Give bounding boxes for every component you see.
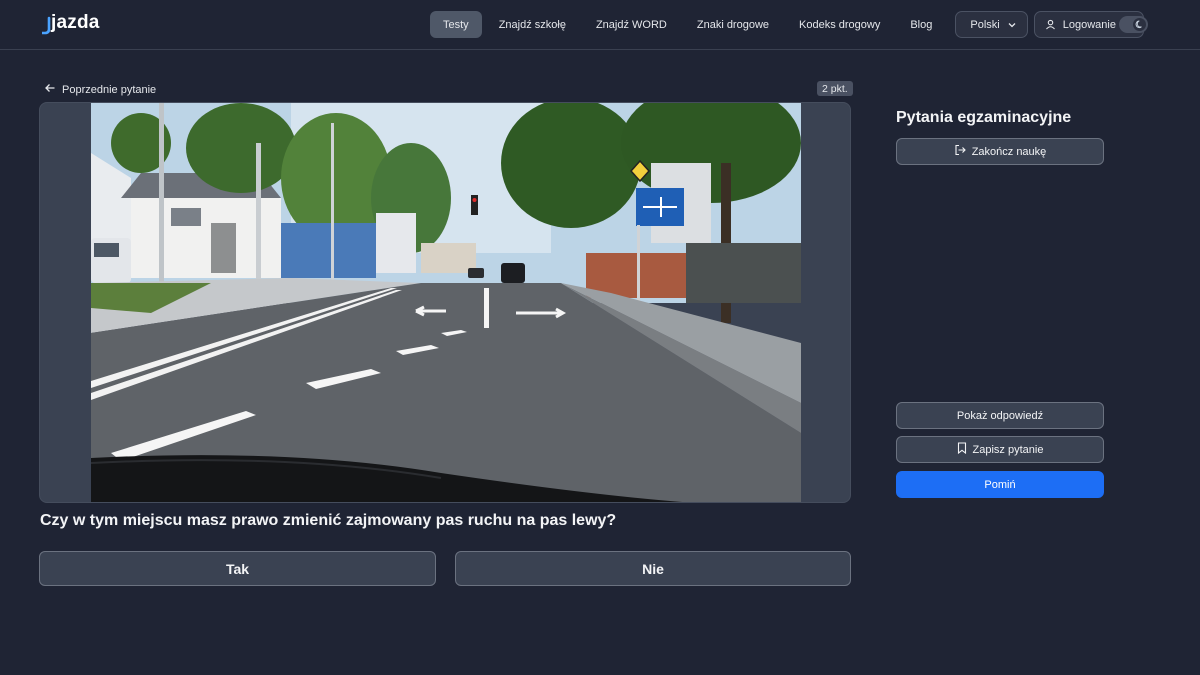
logo-text: jazda: [51, 12, 100, 33]
previous-question-label: Poprzednie pytanie: [62, 83, 157, 96]
sidebar-title: Pytania egzaminacyjne: [896, 109, 1072, 126]
language-label: Polski: [970, 18, 1000, 31]
nav-item-znajdz-szkole[interactable]: Znajdź szkołę: [486, 11, 579, 38]
nav-item-znajdz-word[interactable]: Znajdź WORD: [583, 11, 680, 38]
top-navbar: jazda Testy Znajdź szkołę Znajdź WORD Zn…: [0, 0, 1200, 50]
bookmark-icon: [957, 442, 967, 457]
logo[interactable]: jazda: [42, 12, 100, 35]
road-scene-image: [91, 103, 801, 502]
user-icon: [1045, 19, 1056, 30]
nav-item-blog[interactable]: Blog: [897, 11, 945, 38]
save-question-label: Zapisz pytanie: [972, 443, 1044, 456]
nav-item-kodeks-drogowy[interactable]: Kodeks drogowy: [786, 11, 893, 38]
chevron-down-icon: [1007, 20, 1017, 30]
logout-icon: [954, 144, 966, 159]
answer-no-button[interactable]: Nie: [455, 551, 851, 586]
end-learning-button[interactable]: Zakończ naukę: [896, 138, 1104, 165]
nav-item-testy[interactable]: Testy: [430, 11, 482, 38]
question-media-frame: [39, 102, 851, 503]
save-question-button[interactable]: Zapisz pytanie: [896, 436, 1104, 463]
end-learning-label: Zakończ naukę: [971, 145, 1047, 158]
theme-toggle[interactable]: [1119, 16, 1148, 33]
moon-icon: [1133, 18, 1146, 31]
points-badge: 2 pkt.: [817, 81, 853, 96]
question-text: Czy w tym miejscu masz prawo zmienić zaj…: [40, 512, 617, 529]
main-nav: Testy Znajdź szkołę Znajdź WORD Znaki dr…: [430, 11, 1144, 38]
login-label: Logowanie: [1062, 18, 1116, 31]
skip-button[interactable]: Pomiń: [896, 471, 1104, 498]
show-answer-button[interactable]: Pokaż odpowiedź: [896, 402, 1104, 429]
arrow-left-icon: [44, 82, 56, 97]
answer-yes-button[interactable]: Tak: [39, 551, 436, 586]
previous-question-link[interactable]: Poprzednie pytanie: [44, 82, 156, 97]
language-select[interactable]: Polski: [955, 11, 1028, 38]
nav-item-znaki-drogowe[interactable]: Znaki drogowe: [684, 11, 782, 38]
logo-mark-icon: [42, 14, 52, 35]
